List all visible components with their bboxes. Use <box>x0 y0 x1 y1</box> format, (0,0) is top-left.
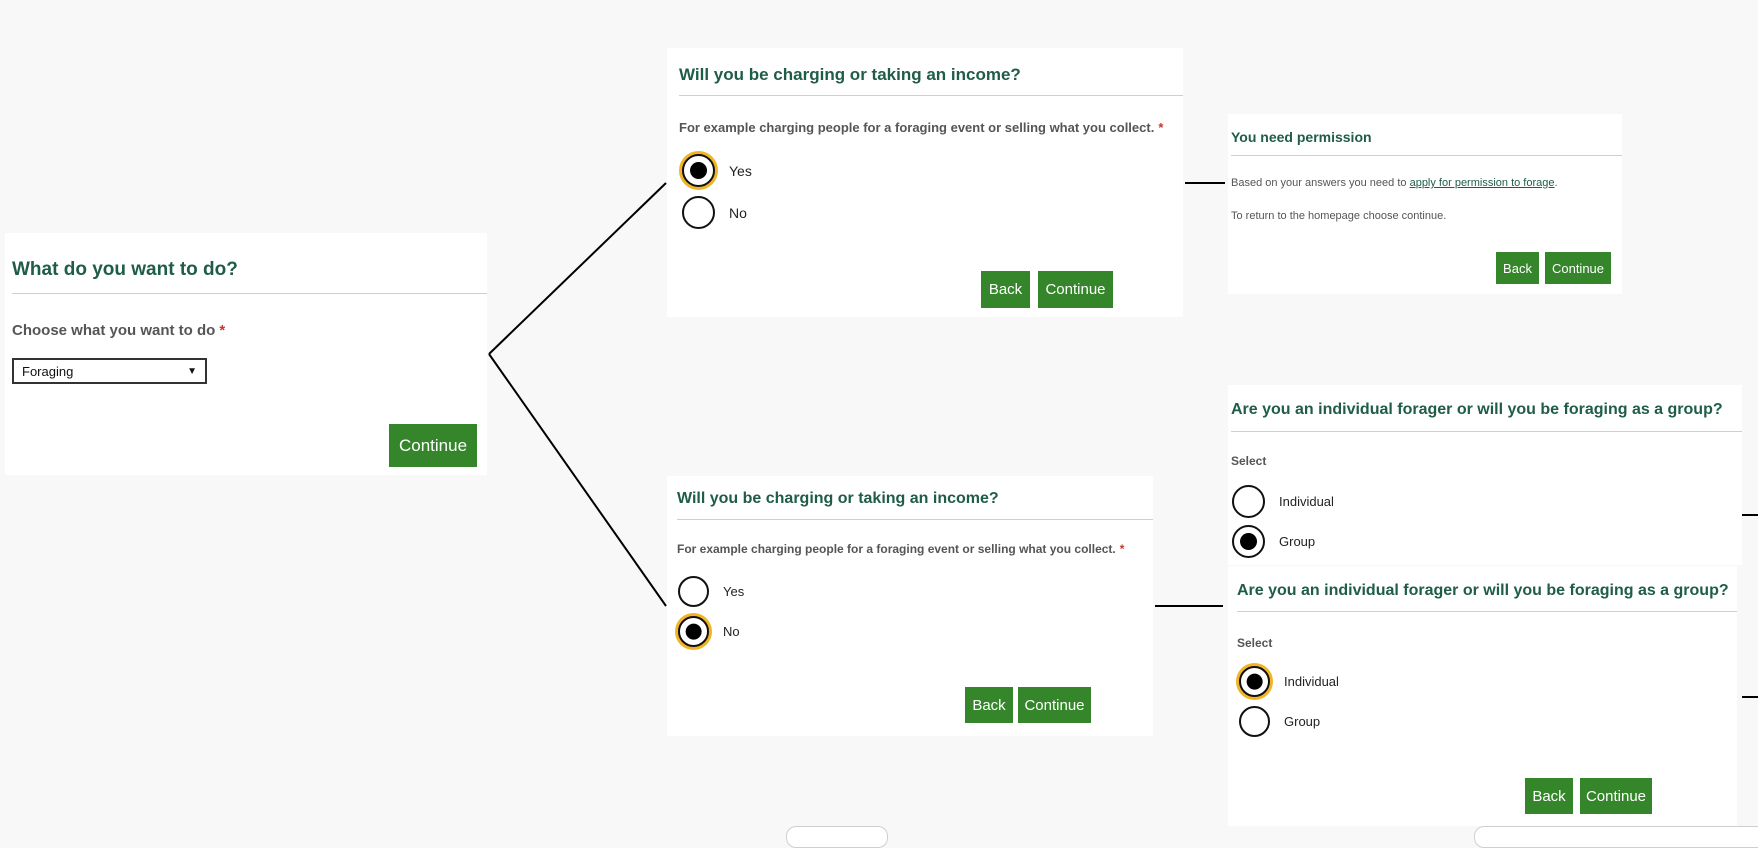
radio-label: No <box>723 624 740 639</box>
radio-option-no[interactable]: No <box>682 196 747 229</box>
question-prompt: For example charging people for a foragi… <box>677 542 1124 556</box>
chevron-down-icon: ▼ <box>187 365 197 377</box>
apply-permission-link[interactable]: apply for permission to forage <box>1410 177 1555 189</box>
question-prompt: Choose what you want to do * <box>12 322 225 339</box>
income-yes-panel: Will you be charging or taking an income… <box>667 48 1183 317</box>
offscreen-panel-left <box>786 826 888 848</box>
radio-button[interactable] <box>678 616 709 647</box>
select-value: Foraging <box>22 363 74 379</box>
radio-button[interactable] <box>682 196 715 229</box>
page-title: Are you an individual forager or will yo… <box>1231 401 1723 418</box>
page-title: Are you an individual forager or will yo… <box>1237 582 1729 599</box>
prompt-text: For example charging people for a foragi… <box>679 120 1155 135</box>
title-divider <box>1231 431 1742 432</box>
group-selected-panel: Are you an individual forager or will yo… <box>1228 385 1742 565</box>
radio-button[interactable] <box>1239 666 1270 697</box>
radio-label: Yes <box>729 162 752 179</box>
radio-option-yes[interactable]: Yes <box>682 154 752 187</box>
radio-button[interactable] <box>1232 525 1265 558</box>
radio-option-yes[interactable]: Yes <box>678 576 744 607</box>
question-prompt: Select <box>1237 636 1273 650</box>
radio-option-individual[interactable]: Individual <box>1232 485 1334 518</box>
radio-label: Yes <box>723 584 745 599</box>
title-divider <box>12 293 487 294</box>
required-marker: * <box>1119 542 1125 556</box>
radio-button[interactable] <box>678 576 709 607</box>
page-title: What do you want to do? <box>12 259 238 280</box>
radio-option-group[interactable]: Group <box>1239 706 1320 737</box>
radio-label: No <box>729 204 747 221</box>
individual-selected-panel: Are you an individual forager or will yo… <box>1228 566 1737 826</box>
radio-label: Individual <box>1284 674 1339 689</box>
radio-button[interactable] <box>1232 485 1265 518</box>
back-button[interactable]: Back <box>981 271 1030 308</box>
income-no-panel: Will you be charging or taking an income… <box>667 476 1153 736</box>
radio-label: Individual <box>1279 494 1334 509</box>
radio-button[interactable] <box>682 154 715 187</box>
connector-start-to-income-yes <box>488 182 667 355</box>
continue-button[interactable]: Continue <box>1038 271 1113 308</box>
prompt-text: For example charging people for a foragi… <box>677 542 1116 556</box>
back-button[interactable]: Back <box>1525 778 1573 814</box>
title-divider <box>1231 155 1622 156</box>
page-title: You need permission <box>1231 129 1372 145</box>
question-prompt: Select <box>1231 454 1267 468</box>
prompt-text: Choose what you want to do <box>12 322 216 339</box>
back-button[interactable]: Back <box>965 687 1013 723</box>
activity-select[interactable]: Foraging ▼ <box>12 358 207 384</box>
page-title: Will you be charging or taking an income… <box>679 65 1021 84</box>
radio-option-individual[interactable]: Individual <box>1239 666 1339 697</box>
start-panel: What do you want to do? Choose what you … <box>5 233 487 475</box>
title-divider <box>677 519 1153 520</box>
radio-option-no[interactable]: No <box>678 616 740 647</box>
message-text: Based on your answers you need to <box>1231 177 1407 189</box>
continue-button[interactable]: Continue <box>389 424 477 467</box>
required-marker: * <box>219 322 226 339</box>
page-title: Will you be charging or taking an income… <box>677 490 999 507</box>
offscreen-panel-right <box>1474 826 1758 848</box>
radio-option-group[interactable]: Group <box>1232 525 1315 558</box>
back-button[interactable]: Back <box>1496 252 1539 284</box>
radio-label: Group <box>1279 534 1316 549</box>
permission-message: Based on your answers you need to apply … <box>1231 177 1558 189</box>
title-divider <box>679 95 1183 96</box>
message-end: . <box>1554 177 1558 189</box>
radio-button[interactable] <box>1239 706 1270 737</box>
return-message: To return to the homepage choose continu… <box>1231 210 1447 222</box>
question-prompt: For example charging people for a foragi… <box>679 120 1163 135</box>
permission-panel: You need permission Based on your answer… <box>1228 114 1622 294</box>
title-divider <box>1237 611 1737 612</box>
continue-button[interactable]: Continue <box>1018 687 1091 723</box>
connector-start-to-income-no <box>488 353 667 607</box>
continue-button[interactable]: Continue <box>1580 778 1652 814</box>
required-marker: * <box>1158 120 1164 135</box>
radio-label: Group <box>1284 714 1321 729</box>
continue-button[interactable]: Continue <box>1545 252 1611 284</box>
